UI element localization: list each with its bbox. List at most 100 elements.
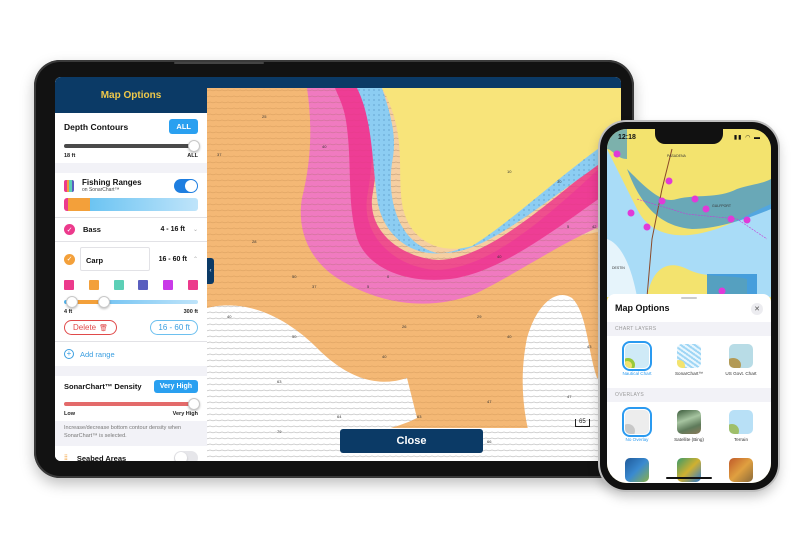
color-swatches [64, 280, 198, 290]
delete-range-button[interactable]: Delete 🗑 [64, 320, 118, 335]
density-slider[interactable] [64, 398, 200, 410]
range-item-carp: ✓ Carp 16 - 60 ft ⌃ 4 ft 300 ft Delete 🗑… [55, 242, 207, 341]
status-time: 12:18 [618, 134, 636, 141]
depth-sounding-label: 47 [567, 394, 572, 399]
depth-sounding-label: 66 [487, 439, 492, 444]
tile-label: US Govt. Chart [725, 371, 757, 376]
map-label-pasadena: PASADENA [667, 154, 686, 158]
chevron-up-icon[interactable]: ⌃ [193, 256, 198, 263]
close-button[interactable]: Close [340, 429, 483, 453]
chevron-left-icon: ‹ [209, 268, 212, 274]
color-swatch[interactable] [138, 280, 149, 290]
sonarchart-map[interactable]: 25 37 40 28 50 37 5 10 40 30 5 0 26 29 40 40 50 63 40 47 64 6… [207, 88, 621, 461]
depth-contours-all-button[interactable]: ALL [169, 119, 198, 134]
close-icon[interactable]: ✕ [751, 303, 763, 315]
fishing-ranges-section: Fishing Ranges on SonarChart™ [55, 173, 207, 198]
range-value: 4 - 16 ft [160, 226, 185, 233]
tile-label: Nautical Chart [622, 371, 652, 376]
depth-contours-slider-knob[interactable] [188, 140, 200, 152]
color-swatch[interactable] [88, 280, 99, 290]
depth-sounding-label: 79 [277, 429, 282, 434]
overlay-tile-terrain[interactable]: Terrain [717, 410, 765, 442]
depth-sounding-label: 40 [322, 144, 327, 149]
depth-min-label: 18 ft [64, 153, 76, 159]
fishing-ranges-icon [64, 179, 74, 192]
overlay-tile-no-overlay[interactable]: No Overlay [613, 407, 661, 442]
range-item-bass[interactable]: ✓ Bass 4 - 16 ft ⌄ [55, 218, 207, 241]
color-swatch[interactable] [64, 280, 74, 290]
add-range-row[interactable]: + Add range [55, 342, 207, 366]
contour-map-svg: 253740285037 510403050262940405063404764 6… [207, 88, 621, 461]
depth-range-color-bar [64, 198, 198, 211]
overlay-tile-more-3[interactable] [717, 458, 765, 482]
nautical-chart-map[interactable]: PASADENA GULFPORT DESTIN [607, 129, 771, 297]
ipad-screen: Map Options Depth Contours ALL 18 ft ALL [55, 77, 621, 461]
fishing-ranges-label: Fishing Ranges [82, 178, 142, 187]
map-options-sheet: Map Options ✕ CHART LAYERS Nautical Char… [607, 294, 771, 483]
density-caption: Increase/decrease bottom contour density… [55, 421, 207, 447]
panel-title: Map Options [55, 77, 207, 113]
seabed-areas-toggle[interactable] [174, 451, 198, 461]
iphone-notch [655, 129, 723, 144]
seabed-areas-row: ⁞⁞⁞ Seabed Areas [55, 446, 207, 461]
range-slider-max-knob[interactable] [98, 296, 111, 308]
add-range-label: Add range [80, 349, 115, 359]
ipad-camera [174, 62, 264, 64]
layer-tile-us-govt-chart[interactable]: US Govt. Chart [717, 344, 765, 376]
density-value-button[interactable]: Very High [153, 380, 198, 393]
chevron-down-icon[interactable]: ⌄ [193, 226, 198, 233]
overlay-thumbnail [625, 458, 649, 482]
map-options-panel: Map Options Depth Contours ALL 18 ft ALL [55, 77, 207, 461]
overlay-tile-satellite[interactable]: Satellite (Bing) [665, 410, 713, 442]
depth-sounding-label: 63 [417, 414, 422, 419]
iphone-screen: 12:18 ▮▮ ◠ ▬ PASADENA GULFPORT DESTIN Ma… [607, 129, 771, 483]
fishing-ranges-sublabel: on SonarChart™ [82, 187, 120, 193]
depth-sounding-label: 40 [227, 314, 232, 319]
depth-contours-section: Depth Contours ALL 18 ft ALL [55, 113, 207, 163]
terrain-thumbnail [729, 410, 753, 434]
depth-sounding-label: 40 [507, 334, 512, 339]
depth-sounding-label: 37 [217, 152, 222, 157]
depth-sounding-label: 50 [292, 334, 297, 339]
range-slider-min-knob[interactable] [66, 296, 79, 308]
tile-label: Satellite (Bing) [674, 437, 704, 442]
depth-sounding-label: 28 [252, 239, 257, 244]
range-value: 16 - 60 ft [158, 255, 187, 263]
range-name-input[interactable]: Carp [80, 247, 150, 271]
tile-label: SonarChart™ [674, 371, 704, 376]
sheet-title: Map Options [615, 303, 670, 313]
depth-sounding-label: 50 [292, 274, 297, 279]
layer-tile-sonarchart[interactable]: SonarChart™ [665, 344, 713, 376]
density-slider-knob[interactable] [188, 398, 200, 410]
overlay-tile-more-1[interactable] [613, 458, 661, 482]
range-depth-button[interactable]: 16 - 60 ft [150, 320, 198, 335]
layer-tile-nautical-chart[interactable]: Nautical Chart [613, 341, 661, 376]
no-overlay-thumbnail [622, 407, 652, 437]
chart-layers-row: Nautical Chart SonarChart™ US Govt. Char… [607, 341, 771, 376]
color-swatch[interactable] [187, 280, 198, 290]
tile-label: Terrain [733, 437, 749, 442]
iphone-device: 12:18 ▮▮ ◠ ▬ PASADENA GULFPORT DESTIN Ma… [600, 122, 778, 490]
collapse-panel-button[interactable]: ‹ [207, 258, 214, 284]
fishing-ranges-toggle[interactable] [174, 178, 198, 193]
color-swatch[interactable] [113, 280, 124, 290]
map-scale-bar: 65 [575, 419, 590, 427]
check-circle-icon: ✓ [64, 253, 75, 265]
home-indicator [666, 477, 712, 479]
map-top-bar [207, 77, 621, 88]
color-swatch[interactable] [163, 280, 174, 290]
tile-label: No Overlay [625, 437, 649, 442]
range-max-label: 300 ft [183, 309, 198, 315]
range-slider[interactable] [64, 296, 198, 308]
density-min-label: Low [64, 411, 75, 417]
sheet-grabber[interactable] [681, 297, 697, 299]
depth-sounding-label: 42 [592, 224, 597, 229]
depth-sounding-label: 40 [382, 354, 387, 359]
sonarchart-thumbnail [677, 344, 701, 368]
delete-label: Delete [73, 323, 97, 332]
map-label-gulfport: GULFPORT [712, 204, 732, 208]
depth-contours-slider[interactable] [64, 140, 200, 152]
depth-contours-label: Depth Contours [64, 121, 129, 132]
depth-sounding-label: 25 [262, 114, 267, 119]
depth-sounding-label: 47 [487, 399, 492, 404]
